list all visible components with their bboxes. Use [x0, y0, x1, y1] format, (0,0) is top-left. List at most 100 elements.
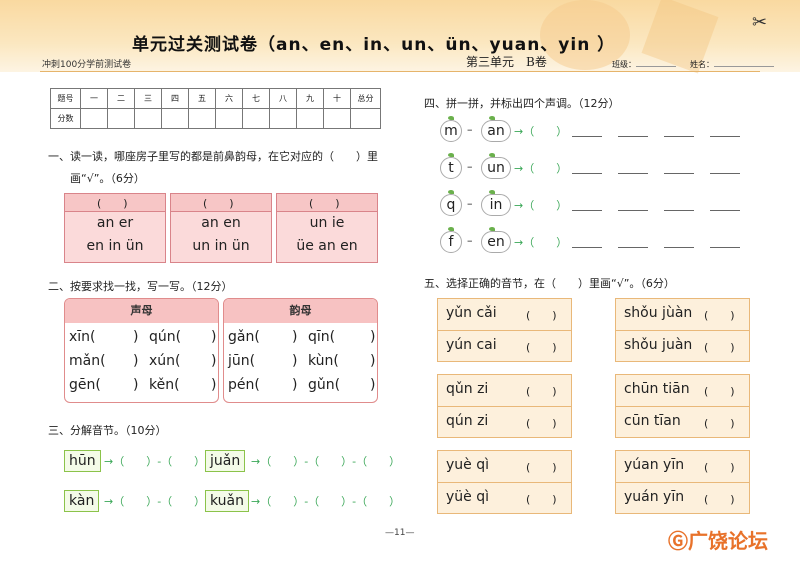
answer-paren[interactable]: ( ) [704, 459, 735, 475]
tone-blank[interactable] [710, 136, 740, 137]
house-line: un ie [309, 215, 345, 231]
page-title: 单元过关测试卷（an、en、in、un、ün、yuan、yin ） [132, 35, 616, 55]
page-number: —11— [385, 528, 415, 538]
house-2: ( ) an en un in ün [170, 193, 272, 263]
class-field[interactable]: 班级： [612, 58, 676, 70]
syllable: qún( [149, 329, 182, 345]
answer-paren[interactable]: ) [133, 353, 138, 369]
score-input-cell[interactable] [296, 108, 324, 129]
tone-blank[interactable] [618, 173, 648, 174]
split-answer[interactable]: →（ ）-（ ） [104, 453, 205, 469]
answer-paren[interactable]: ( ) [526, 307, 557, 323]
answer-paren[interactable]: ) [292, 353, 297, 369]
score-input-cell[interactable] [323, 108, 351, 129]
answer-paren[interactable]: ( ) [526, 415, 557, 431]
divider [438, 330, 571, 331]
score-header-cell: 一 [80, 88, 108, 109]
score-input-cell[interactable] [134, 108, 162, 129]
option-syllable: yúan yīn [624, 457, 685, 473]
score-header-cell: 总分 [350, 88, 381, 109]
score-header-cell: 五 [188, 88, 216, 109]
tone-blank[interactable] [618, 136, 648, 137]
name-label: 姓名： [690, 60, 714, 69]
answer-paren[interactable]: →（ ） [514, 197, 567, 213]
s1-title2: 画“√”。（6分） [70, 172, 145, 185]
answer-paren[interactable]: ) [370, 377, 375, 393]
answer-paren[interactable]: ( ) [526, 339, 557, 355]
tone-blank[interactable] [572, 247, 602, 248]
score-input-cell[interactable] [161, 108, 189, 129]
tone-blank[interactable] [664, 210, 694, 211]
answer-paren[interactable]: →（ ） [514, 160, 567, 176]
answer-paren[interactable]: ( ) [97, 195, 128, 211]
score-header-cell: 六 [215, 88, 243, 109]
house-3: ( ) un ie üe an en [276, 193, 378, 263]
split-answer[interactable]: →（ ）-（ ）-（ ） [251, 453, 400, 469]
answer-paren[interactable]: ) [211, 329, 216, 345]
option-syllable: shǒu juàn [624, 337, 693, 353]
option-syllable: yüè qì [446, 489, 489, 505]
tone-blank[interactable] [664, 136, 694, 137]
scissors-icon: ✂ [752, 12, 768, 33]
s5-title: 五、选择正确的音节，在（ ）里画“√”。（6分） [424, 277, 675, 290]
finals-box: 韵母 gǎn() qīn() jūn() kùn() pén() gǔn() [223, 298, 378, 403]
initial-bubble: q [440, 190, 462, 216]
score-table: 题号一二三四五六七八九十总分 分数 [50, 88, 381, 129]
answer-paren[interactable]: ) [370, 353, 375, 369]
site-logo: Ⓖ广饶论坛 [668, 525, 768, 554]
tone-blank[interactable] [664, 247, 694, 248]
answer-paren[interactable]: ) [133, 377, 138, 393]
tone-blank[interactable] [572, 210, 602, 211]
initial-bubble: m [440, 116, 462, 142]
split-answer[interactable]: →（ ）-（ ） [104, 493, 205, 509]
divider [438, 406, 571, 407]
score-input-cell[interactable] [215, 108, 243, 129]
tone-blank[interactable] [710, 173, 740, 174]
answer-paren[interactable]: ( ) [309, 195, 340, 211]
answer-paren[interactable]: ( ) [526, 383, 557, 399]
tone-blank[interactable] [664, 173, 694, 174]
answer-paren[interactable]: →（ ） [514, 234, 567, 250]
tone-blank[interactable] [572, 136, 602, 137]
tone-blank[interactable] [710, 210, 740, 211]
syllable: jūn( [228, 353, 256, 369]
name-field[interactable]: 姓名： [690, 58, 774, 70]
answer-paren[interactable]: ( ) [203, 195, 234, 211]
option-box: yuè qì ( ) yüè qì ( ) [437, 450, 572, 514]
final-bubble: in [481, 190, 511, 216]
answer-paren[interactable]: ) [133, 329, 138, 345]
answer-paren[interactable]: ) [292, 329, 297, 345]
score-input-cell[interactable] [80, 108, 108, 129]
initials-header: 声母 [65, 299, 218, 323]
answer-paren[interactable]: ) [211, 377, 216, 393]
answer-paren[interactable]: ( ) [704, 307, 735, 323]
answer-paren[interactable]: ) [211, 353, 216, 369]
tone-blank[interactable] [572, 173, 602, 174]
dash: – [467, 197, 473, 210]
answer-paren[interactable]: ( ) [526, 491, 557, 507]
answer-paren[interactable]: ( ) [526, 459, 557, 475]
answer-paren[interactable]: ) [370, 329, 375, 345]
answer-paren[interactable]: ( ) [704, 383, 735, 399]
score-input-cell[interactable] [350, 108, 381, 129]
score-input-cell[interactable] [107, 108, 135, 129]
answer-paren[interactable]: ( ) [704, 491, 735, 507]
score-header-cell: 八 [269, 88, 297, 109]
syllable: kùn( [308, 353, 339, 369]
answer-paren[interactable]: ) [292, 377, 297, 393]
tone-blank[interactable] [618, 247, 648, 248]
s3-title: 三、分解音节。（10分） [48, 424, 167, 437]
tone-blank[interactable] [618, 210, 648, 211]
answer-paren[interactable]: ( ) [704, 339, 735, 355]
score-input-cell[interactable] [269, 108, 297, 129]
score-input-cell[interactable] [188, 108, 216, 129]
answer-paren[interactable]: →（ ） [514, 123, 567, 139]
tone-blank[interactable] [710, 247, 740, 248]
initial-bubble: f [440, 227, 462, 253]
score-input-cell[interactable] [242, 108, 270, 129]
split-answer[interactable]: →（ ）-（ ）-（ ） [251, 493, 400, 509]
syllable: xīn( [69, 329, 96, 345]
answer-paren[interactable]: ( ) [704, 415, 735, 431]
divider [438, 482, 571, 483]
house-line: an er [96, 215, 134, 231]
